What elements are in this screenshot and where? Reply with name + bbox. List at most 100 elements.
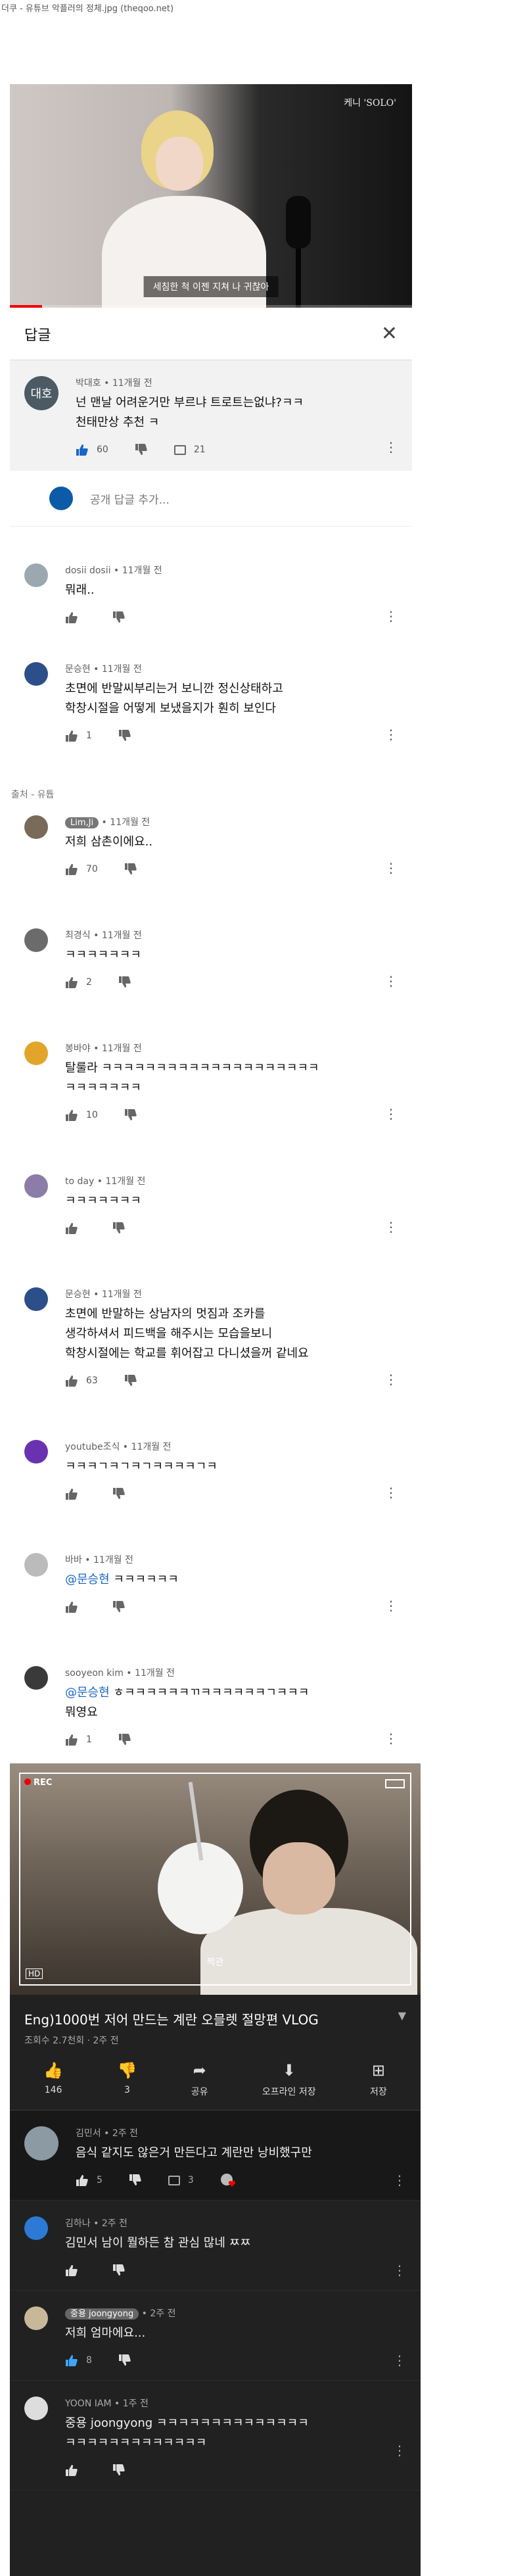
video-progress-bar[interactable] (10, 305, 412, 308)
comment-author[interactable]: sooyeon kim (65, 1668, 124, 1679)
comment-author[interactable]: dosii dosii (65, 565, 111, 576)
comment-author[interactable]: Lim,Ji (65, 817, 99, 828)
avatar[interactable] (24, 1174, 48, 1198)
more-options-icon[interactable]: ⋮ (384, 439, 398, 455)
mention-link[interactable]: @문승현 (65, 1573, 110, 1586)
more-options-icon[interactable]: ⋮ (384, 727, 398, 742)
creator-heart-icon (220, 2172, 237, 2188)
avatar[interactable] (24, 1666, 48, 1690)
more-options-icon[interactable]: ⋮ (384, 860, 398, 876)
avatar[interactable] (24, 563, 48, 587)
dislike-button[interactable] (112, 2464, 126, 2476)
reply-comment: 봉바야 • 11개월 전 탈룰라 ㅋㅋㅋㅋㅋㅋㅋㅋㅋㅋㅋㅋㅋㅋㅋㅋㅋㅋㅋㅋ ㅋㅋ… (10, 990, 412, 1123)
dislike-button[interactable] (135, 444, 148, 456)
comment-author[interactable]: 김하나 (65, 2218, 91, 2229)
video-player[interactable]: 케니 'SOLO' 세침한 척 이젠 지쳐 나 귀찮아 (10, 84, 412, 308)
like-button[interactable]: 10 (65, 1109, 98, 1121)
avatar[interactable] (24, 2306, 48, 2330)
like-button[interactable]: 8 (65, 2354, 92, 2366)
comment-author[interactable]: youtube조식 (65, 1442, 120, 1452)
like-button[interactable]: 60 (76, 444, 108, 456)
avatar[interactable] (24, 1041, 48, 1065)
more-options-icon[interactable]: ⋮ (384, 608, 398, 624)
reply-count-button[interactable]: 3 (168, 2175, 194, 2185)
add-reply-row[interactable]: 공개 답글 추가... (10, 471, 412, 527)
dislike-button[interactable] (124, 1109, 137, 1121)
avatar[interactable] (24, 815, 48, 839)
like-button[interactable] (65, 1488, 86, 1500)
download-action[interactable]: ⬇ 오프라인 저장 (262, 2061, 316, 2098)
like-button[interactable]: 5 (76, 2174, 103, 2186)
like-button[interactable] (65, 611, 86, 623)
comment-icon (168, 2175, 180, 2185)
comment-author[interactable]: 문승현 (65, 1289, 91, 1300)
more-options-icon[interactable]: ⋮ (384, 1219, 398, 1235)
like-button[interactable] (65, 1601, 86, 1613)
more-options-icon[interactable]: ⋮ (384, 1371, 398, 1387)
avatar[interactable] (24, 1287, 48, 1311)
avatar[interactable] (24, 2126, 58, 2160)
dislike-button[interactable] (118, 2354, 131, 2366)
comment-author[interactable]: 박대호 (76, 378, 101, 389)
dislike-button[interactable] (112, 1601, 126, 1613)
comment-author[interactable]: 봉바야 (65, 1043, 91, 1054)
avatar[interactable] (24, 1553, 48, 1577)
more-options-icon[interactable]: ⋮ (384, 1730, 398, 1746)
like-button[interactable]: 1 (65, 730, 92, 742)
more-options-icon[interactable]: ⋮ (384, 973, 398, 989)
comment-author[interactable]: 바바 (65, 1555, 82, 1565)
comment-author[interactable]: 최경식 (65, 930, 91, 941)
more-options-icon[interactable]: ⋮ (384, 1598, 398, 1613)
mention-link[interactable]: @문승현 (65, 1686, 110, 1700)
dislike-button[interactable] (112, 611, 126, 623)
close-icon[interactable]: ✕ (381, 323, 398, 344)
dislike-button[interactable] (124, 1375, 137, 1387)
more-options-icon[interactable]: ⋮ (393, 2262, 406, 2278)
thumbs-up-icon (66, 977, 78, 988)
like-button[interactable]: 1 (65, 1734, 92, 1746)
comment-author[interactable]: YOON IAM (65, 2398, 112, 2409)
avatar[interactable] (24, 662, 48, 686)
like-action[interactable]: 👍 146 (43, 2061, 63, 2098)
avatar[interactable] (24, 1440, 48, 1464)
download-icon: ⬇ (282, 2061, 296, 2080)
expand-caret-icon[interactable]: ▼ (398, 2009, 406, 2028)
like-button[interactable]: 63 (65, 1375, 98, 1387)
more-options-icon[interactable]: ⋮ (393, 2443, 406, 2458)
reply-count-button[interactable]: 21 (173, 444, 206, 455)
reply-list: Lim,Ji • 11개월 전 저희 삼촌이에요.. 70 ⋮ 최경식 • 11… (10, 815, 412, 1748)
avatar[interactable]: 대호 (24, 376, 58, 410)
dislike-button[interactable] (118, 730, 131, 742)
dislike-button[interactable] (112, 1488, 126, 1500)
dislike-button[interactable] (112, 1222, 126, 1234)
video-player[interactable]: REC HD 짝관 (10, 1763, 421, 1995)
like-button[interactable]: 70 (65, 863, 98, 875)
avatar[interactable] (24, 2397, 48, 2420)
dislike-button[interactable] (118, 976, 131, 988)
dislike-button[interactable] (129, 2174, 142, 2186)
dislike-button[interactable] (124, 863, 137, 875)
like-button[interactable] (65, 2464, 86, 2476)
comment-author[interactable]: 문승현 (65, 664, 91, 675)
more-options-icon[interactable]: ⋮ (393, 2172, 406, 2188)
comment-author[interactable]: 김민서 (76, 2128, 101, 2139)
reply-list: dosii dosii • 11개월 전 뭐래.. ⋮ 문승현 • 11개월 전… (10, 527, 412, 744)
like-button[interactable]: 2 (65, 976, 92, 988)
avatar[interactable] (24, 2216, 48, 2240)
more-options-icon[interactable]: ⋮ (393, 2352, 406, 2368)
share-action[interactable]: ➦ 공유 (191, 2061, 208, 2098)
dislike-button[interactable] (118, 1734, 131, 1746)
comment-author[interactable]: 중용 joongyong (65, 2308, 139, 2320)
comment-author[interactable]: to day (65, 1176, 94, 1187)
video-title: Eng)1000번 저어 만드는 계란 오믈렛 절망편 VLOG (24, 2012, 319, 2028)
more-options-icon[interactable]: ⋮ (384, 1485, 398, 1500)
more-options-icon[interactable]: ⋮ (384, 1106, 398, 1122)
save-action[interactable]: ⊞ 저장 (370, 2061, 387, 2098)
dislike-button[interactable] (112, 2264, 126, 2276)
like-button[interactable] (65, 2264, 86, 2276)
add-reply-input[interactable]: 공개 답글 추가... (90, 490, 170, 507)
dislike-action[interactable]: 👎 3 (117, 2061, 137, 2098)
save-icon: ⊞ (371, 2061, 385, 2080)
like-button[interactable] (65, 1222, 86, 1234)
avatar[interactable] (24, 928, 48, 952)
